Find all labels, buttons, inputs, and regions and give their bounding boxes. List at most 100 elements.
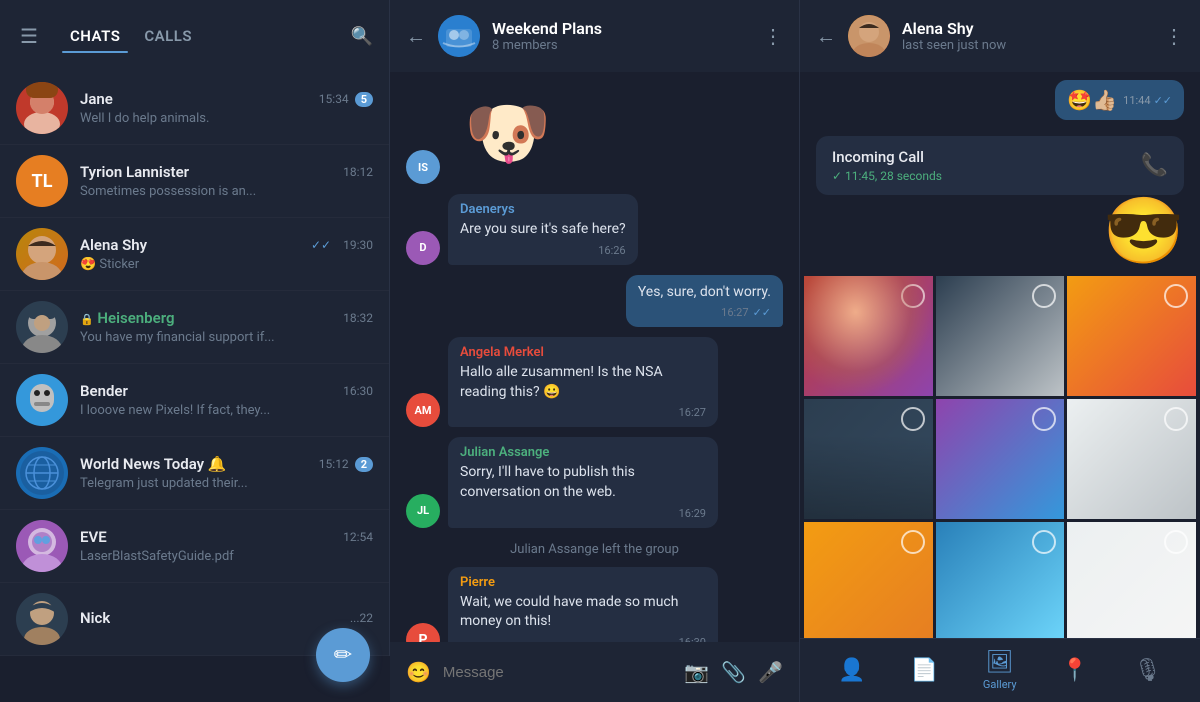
photo-cell-9[interactable] xyxy=(1067,522,1196,638)
bottom-bar-profile[interactable]: 👤 xyxy=(826,654,877,687)
photo-cell-5[interactable] xyxy=(936,399,1065,519)
avatar-alena xyxy=(16,228,68,280)
emoji-icon[interactable]: 😊 xyxy=(406,660,431,684)
chat-list: Jane 15:34 5 Well I do help animals. TL xyxy=(0,72,389,656)
back-button-right[interactable]: ← xyxy=(816,24,836,49)
tab-chats[interactable]: CHATS xyxy=(62,23,128,49)
photo-select-3[interactable] xyxy=(1164,284,1188,308)
chat-item-alena[interactable]: Alena Shy ✓✓ 19:30 😍 Sticker xyxy=(0,218,389,291)
message-group-sticker: IS 🐶 xyxy=(406,84,783,184)
user-name-right: Alena Shy xyxy=(902,19,1152,38)
photo-select-1[interactable] xyxy=(901,284,925,308)
chat-item-bender[interactable]: Bender 16:30 I looove new Pixels! If fac… xyxy=(0,364,389,437)
emoji-meta: 11:44 ✓✓ xyxy=(1123,94,1172,107)
photo-cell-2[interactable] xyxy=(936,276,1065,396)
bottom-bar-gallery[interactable]: 🖼 Gallery xyxy=(971,646,1029,695)
photo-select-8[interactable] xyxy=(1032,530,1056,554)
emoji-text: 🤩👍🏼 xyxy=(1067,88,1117,112)
time-daenerys: 16:26 xyxy=(598,244,625,257)
tabs: CHATS CALLS xyxy=(62,23,339,49)
chat-item-heisenberg[interactable]: 🔒 Heisenberg 18:32 You have my financial… xyxy=(0,291,389,364)
more-button-mid[interactable]: ⋮ xyxy=(763,24,783,48)
chat-name-alena: Alena Shy xyxy=(80,236,147,254)
group-members: 8 members xyxy=(492,38,751,53)
hamburger-icon[interactable]: ☰ xyxy=(16,20,42,52)
avatar-pierre: P xyxy=(406,623,440,642)
sticker-image: 🐶 xyxy=(448,84,568,184)
text-julian: Sorry, I'll have to publish this convers… xyxy=(460,463,706,502)
chat-name-wnt: World News Today 🔔 xyxy=(80,455,227,473)
photo-select-7[interactable] xyxy=(901,530,925,554)
photo-select-6[interactable] xyxy=(1164,407,1188,431)
gallery-icon: 🖼 xyxy=(986,650,1014,675)
photo-select-9[interactable] xyxy=(1164,530,1188,554)
bubble-pierre: Pierre Wait, we could have made so much … xyxy=(448,567,718,642)
sender-pierre: Pierre xyxy=(460,575,706,590)
chat-preview-wnt: Telegram just updated their... xyxy=(80,476,373,491)
avatar-daenerys: D xyxy=(406,231,440,265)
photo-select-5[interactable] xyxy=(1032,407,1056,431)
back-button-mid[interactable]: ← xyxy=(406,24,426,49)
location-icon: 📍 xyxy=(1061,658,1088,683)
right-bottom-bar: 👤 📄 🖼 Gallery 📍 🎙 xyxy=(800,638,1200,702)
avatar-tyrion: TL xyxy=(16,155,68,207)
badge-jane: 5 xyxy=(355,92,373,107)
chat-time-eve: 12:54 xyxy=(343,530,373,544)
bottom-bar-location[interactable]: 📍 xyxy=(1049,654,1100,687)
mid-footer: 😊 📷 📎 🎤 xyxy=(390,642,799,702)
message-group-daenerys: D Daenerys Are you sure it's safe here? … xyxy=(406,194,783,265)
message-group-pierre: P Pierre Wait, we could have made so muc… xyxy=(406,567,783,642)
photo-cell-1[interactable] xyxy=(804,276,933,396)
voice-icon: 🎙 xyxy=(1134,658,1162,683)
chat-item-eve[interactable]: EVE 12:54 LaserBlastSafetyGuide.pdf xyxy=(0,510,389,583)
photo-cell-4[interactable] xyxy=(804,399,933,519)
compose-fab[interactable]: ✏ xyxy=(316,628,370,682)
tab-calls[interactable]: CALLS xyxy=(136,23,200,49)
bottom-bar-voice[interactable]: 🎙 xyxy=(1122,654,1174,687)
group-avatar xyxy=(438,15,480,57)
message-group-outgoing: Yes, sure, don't worry. 16:27 ✓✓ xyxy=(406,275,783,328)
photo-select-2[interactable] xyxy=(1032,284,1056,308)
message-group-julian: JL Julian Assange Sorry, I'll have to pu… xyxy=(406,437,783,527)
photo-cell-3[interactable] xyxy=(1067,276,1196,396)
time-angela: 16:27 xyxy=(679,406,706,419)
avatar-nick xyxy=(16,593,68,645)
chat-item-tyrion[interactable]: TL Tyrion Lannister 18:12 Sometimes poss… xyxy=(0,145,389,218)
chat-time-heisenberg: 18:32 xyxy=(343,311,373,325)
chat-item-wnt[interactable]: World News Today 🔔 15:12 2 Telegram just… xyxy=(0,437,389,510)
sender-daenerys: Daenerys xyxy=(460,202,626,217)
bubble-outgoing: Yes, sure, don't worry. 16:27 ✓✓ xyxy=(626,275,783,328)
attach-icon[interactable]: 📎 xyxy=(721,660,746,684)
mid-panel: ← Weekend Plans 8 members ⋮ IS 🐶 D Da xyxy=(390,0,800,702)
photo-select-4[interactable] xyxy=(901,407,925,431)
system-message: Julian Assange left the group xyxy=(406,538,783,561)
chat-time-tyrion: 18:12 xyxy=(343,165,373,179)
chat-time-alena: 19:30 xyxy=(343,238,373,252)
chat-name-nick: Nick xyxy=(80,609,110,627)
photo-cell-7[interactable] xyxy=(804,522,933,638)
camera-icon[interactable]: 📷 xyxy=(684,660,709,684)
badge-wnt: 2 xyxy=(355,457,373,472)
chat-name-tyrion: Tyrion Lannister xyxy=(80,163,189,181)
chat-info-jane: Jane 15:34 5 Well I do help animals. xyxy=(80,90,373,126)
chat-preview-tyrion: Sometimes possession is an... xyxy=(80,184,373,199)
left-panel: ☰ CHATS CALLS 🔍 xyxy=(0,0,390,702)
chat-preview-bender: I looove new Pixels! If fact, they... xyxy=(80,403,373,418)
chat-info-bender: Bender 16:30 I looove new Pixels! If fac… xyxy=(80,382,373,418)
chat-time-wnt: 15:12 xyxy=(319,457,349,471)
sticker-right: 😎 xyxy=(1103,199,1184,264)
group-name: Weekend Plans xyxy=(492,19,751,38)
chat-preview-eve: LaserBlastSafetyGuide.pdf xyxy=(80,549,373,564)
mic-icon[interactable]: 🎤 xyxy=(758,660,783,684)
bottom-bar-files[interactable]: 📄 xyxy=(899,654,950,687)
avatar-is: IS xyxy=(406,150,440,184)
search-icon[interactable]: 🔍 xyxy=(351,26,373,47)
photo-cell-8[interactable] xyxy=(936,522,1065,638)
photo-cell-6[interactable] xyxy=(1067,399,1196,519)
message-input[interactable] xyxy=(443,664,672,681)
bubble-angela: Angela Merkel Hallo alle zusammen! Is th… xyxy=(448,337,718,427)
user-status-right: last seen just now xyxy=(902,38,1152,53)
more-button-right[interactable]: ⋮ xyxy=(1164,24,1184,48)
chat-item-jane[interactable]: Jane 15:34 5 Well I do help animals. xyxy=(0,72,389,145)
chat-time-bender: 16:30 xyxy=(343,384,373,398)
